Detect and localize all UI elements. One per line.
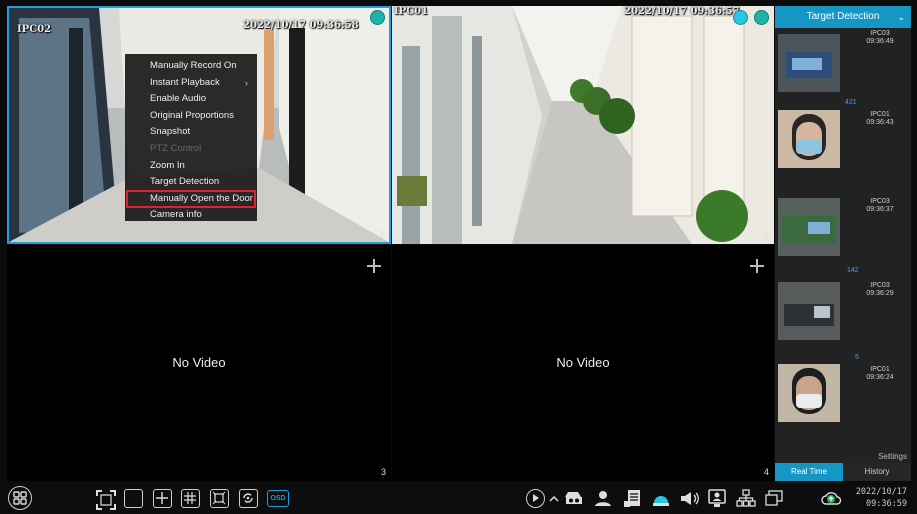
- detection-item[interactable]: 142 IPC03 09:36:29: [775, 264, 911, 344]
- chevron-right-icon: ›: [245, 77, 248, 88]
- video-tile-3[interactable]: No Video 3: [7, 245, 391, 481]
- tab-real-time[interactable]: Real Time: [775, 463, 843, 481]
- osd-toggle-button[interactable]: OSD: [267, 490, 289, 507]
- menu-item-ptz-control: PTZ Control: [125, 141, 257, 158]
- detection-camera: IPC03: [870, 30, 890, 37]
- camera-name-osd: IPC01: [394, 6, 429, 17]
- detection-item[interactable]: 421 IPC01 09:36:43: [775, 98, 911, 178]
- menu-item-label: Camera info: [150, 209, 202, 221]
- playback-icon[interactable]: [526, 489, 545, 508]
- vehicle-thumbnail: [778, 282, 840, 340]
- main-menu-icon[interactable]: [8, 486, 32, 510]
- settings-link[interactable]: Settings: [878, 452, 907, 461]
- detection-camera: IPC01: [870, 111, 890, 118]
- bottom-toolbar: OSD 2022/10/17 09:36:59: [0, 482, 917, 514]
- detection-id-fragment: 142: [847, 267, 859, 274]
- sequence-icon[interactable]: [239, 489, 258, 508]
- detection-time: 09:36:29: [866, 290, 894, 297]
- clock-time: 09:36:59: [866, 499, 907, 509]
- menu-item-label: Original Proportions: [150, 109, 234, 121]
- menu-item-enable-audio[interactable]: Enable Audio: [125, 91, 257, 108]
- panel-title: Target Detection: [806, 11, 880, 22]
- timestamp-osd: 2022/10/17 09:36:57: [624, 6, 740, 17]
- custom-layout-icon[interactable]: [210, 489, 229, 508]
- detection-time: 09:36:37: [866, 206, 894, 213]
- menu-item-manually-record[interactable]: Manually Record On: [125, 58, 257, 75]
- vehicle-thumbnail: [778, 34, 840, 92]
- system-clock: 2022/10/17 09:36:59: [856, 486, 907, 510]
- detection-item[interactable]: IPC03 09:36:37: [775, 178, 911, 258]
- multi-window-icon[interactable]: [763, 489, 785, 508]
- detection-camera: IPC01: [870, 366, 890, 373]
- chevron-up-icon[interactable]: [548, 492, 560, 504]
- menu-item-target-detection[interactable]: Target Detection: [125, 174, 257, 191]
- video-tile-4[interactable]: No Video 4: [392, 245, 774, 481]
- tile-number: 3: [380, 467, 386, 477]
- detection-time: 09:36:43: [866, 119, 894, 126]
- nvr-live-view: IPC02 2022/10/17 09:36:58 1 Manually Rec…: [0, 0, 917, 514]
- menu-item-snapshot[interactable]: Snapshot: [125, 124, 257, 141]
- menu-item-manually-open-door[interactable]: Manually Open the Door: [126, 189, 256, 209]
- face-thumbnail: [778, 110, 840, 168]
- no-video-label: No Video: [172, 355, 226, 370]
- detection-id-fragment: 421: [845, 99, 857, 106]
- context-menu: Manually Record On Instant Playback › Ena…: [125, 54, 257, 221]
- event-list-icon[interactable]: [622, 489, 644, 508]
- menu-item-label: Enable Audio: [150, 93, 206, 105]
- menu-item-camera-info[interactable]: Camera info: [125, 207, 257, 224]
- menu-item-label: Manually Open the Door: [150, 192, 253, 204]
- no-video-label: No Video: [556, 355, 610, 370]
- detection-time: 09:36:24: [866, 374, 894, 381]
- camera-feed-ipc01: [392, 6, 774, 244]
- detection-item[interactable]: 5 IPC01 09:36:24: [775, 354, 911, 434]
- helmet-detection-icon: [370, 10, 385, 25]
- menu-item-label: Zoom In: [150, 159, 185, 171]
- layout-1-icon[interactable]: [124, 489, 143, 508]
- menu-item-label: Snapshot: [150, 126, 191, 138]
- menu-item-instant-playback[interactable]: Instant Playback ›: [125, 75, 257, 92]
- alarm-icon[interactable]: [650, 489, 672, 508]
- menu-item-label: Instant Playback: [150, 76, 220, 88]
- face-detection-icon: [733, 10, 748, 25]
- detection-time: 09:36:49: [866, 38, 894, 45]
- video-tile-1[interactable]: IPC02 2022/10/17 09:36:58 1 Manually Rec…: [7, 6, 391, 244]
- detection-id-fragment: 5: [855, 354, 859, 361]
- upload-cloud-icon[interactable]: [820, 488, 842, 508]
- detection-camera: IPC03: [870, 282, 890, 289]
- layout-4-icon[interactable]: [153, 489, 172, 508]
- target-detection-panel: Target Detection ⌄ IPC03 09:36:49 421 IP…: [775, 6, 911, 481]
- tile-number: 1: [378, 228, 384, 238]
- chevron-down-icon[interactable]: ⌄: [897, 6, 905, 28]
- timestamp-osd: 2022/10/17 09:36:58: [243, 20, 359, 31]
- layout-9-icon[interactable]: [181, 489, 200, 508]
- face-search-icon[interactable]: [592, 489, 614, 508]
- menu-item-label: Target Detection: [150, 176, 220, 188]
- add-camera-icon[interactable]: [367, 259, 381, 273]
- panel-tabs: Real Time History: [775, 463, 911, 481]
- vehicle-thumbnail: [778, 198, 840, 256]
- helmet-detection-icon: [754, 10, 769, 25]
- menu-item-label: PTZ Control: [150, 142, 202, 154]
- detection-camera: IPC03: [870, 198, 890, 205]
- network-icon[interactable]: [735, 489, 757, 508]
- menu-item-original-proportions[interactable]: Original Proportions: [125, 108, 257, 125]
- login-user-icon[interactable]: [706, 489, 728, 508]
- tile-number: 2: [763, 230, 769, 240]
- menu-item-label: Manually Record On: [150, 60, 237, 71]
- camera-name-osd: IPC02: [17, 24, 52, 35]
- audio-icon[interactable]: [678, 489, 700, 508]
- menu-item-zoom-in[interactable]: Zoom In: [125, 158, 257, 175]
- add-camera-icon[interactable]: [750, 259, 764, 273]
- tab-history[interactable]: History: [843, 463, 911, 481]
- fullscreen-icon[interactable]: [95, 489, 116, 510]
- record-icon[interactable]: [563, 489, 585, 508]
- clock-date: 2022/10/17: [855, 487, 907, 497]
- tile-number: 4: [763, 467, 769, 477]
- panel-header[interactable]: Target Detection ⌄: [775, 6, 911, 28]
- video-tile-2[interactable]: IPC01 2022/10/17 09:36:57 2: [392, 6, 774, 244]
- face-thumbnail: [778, 364, 840, 422]
- detection-item[interactable]: IPC03 09:36:49: [775, 28, 911, 98]
